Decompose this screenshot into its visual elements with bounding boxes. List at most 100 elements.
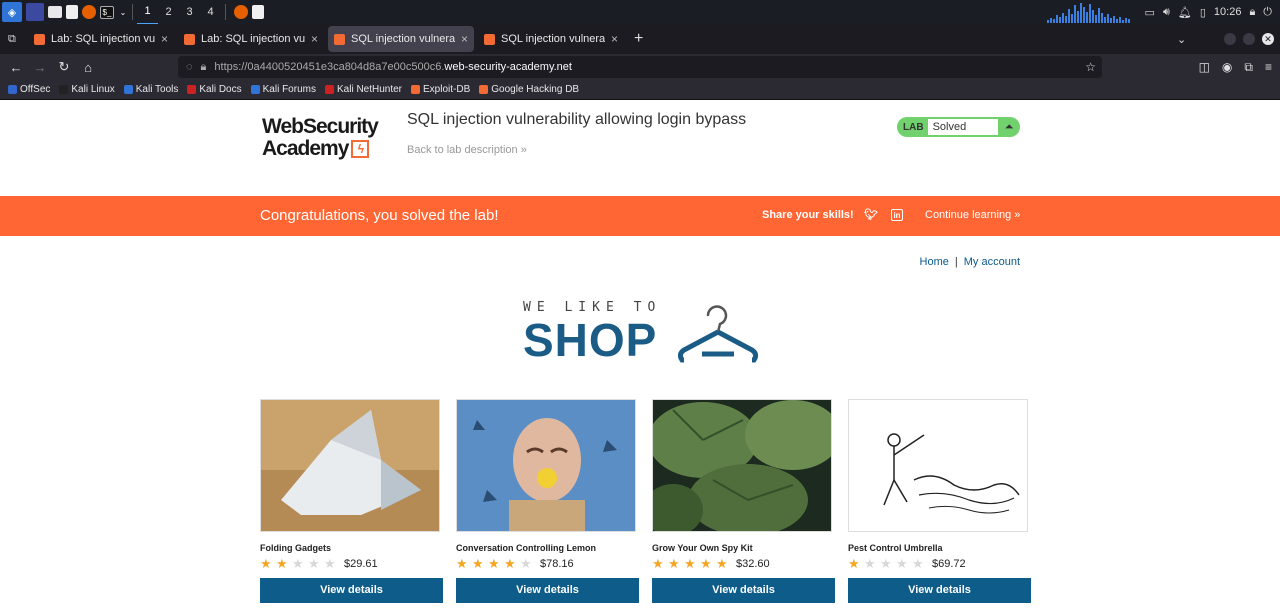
browser-tab-2[interactable]: Lab: SQL injection vulnera ×: [178, 26, 324, 52]
browser-tab-3-active[interactable]: SQL injection vulnerability ×: [328, 26, 474, 52]
bookmark-label: Kali Linux: [71, 84, 115, 95]
bookmark-icon: [187, 85, 197, 94]
close-tab-icon[interactable]: ×: [461, 32, 468, 46]
star-icon: ★: [880, 556, 892, 571]
clock[interactable]: 10:26: [1214, 6, 1242, 18]
view-details-button[interactable]: View details: [848, 578, 1031, 603]
view-details-button[interactable]: View details: [652, 578, 835, 603]
browser-tab-strip: ⧉ Lab: SQL injection vulnera × Lab: SQL …: [0, 24, 1280, 54]
text-editor-icon[interactable]: [66, 5, 78, 19]
view-details-button[interactable]: View details: [456, 578, 639, 603]
kali-menu-icon[interactable]: ◈: [2, 2, 22, 22]
bookmark-item[interactable]: Kali Forums: [250, 84, 316, 95]
bookmark-item[interactable]: Kali NetHunter: [324, 84, 402, 95]
star-icon: ★: [684, 556, 696, 571]
bookmark-item[interactable]: Kali Tools: [123, 84, 178, 95]
bookmark-item[interactable]: OffSec: [8, 84, 50, 95]
congratulations-message: Congratulations, you solved the lab!: [260, 207, 499, 224]
workspace-2[interactable]: 2: [158, 0, 179, 24]
tab-overview-icon[interactable]: ⧉: [8, 33, 16, 46]
desktop-icon[interactable]: [26, 3, 44, 21]
lock-icon[interactable]: 🔒︎: [201, 61, 207, 74]
product-price: $29.61: [344, 558, 378, 570]
reload-button[interactable]: ↻: [52, 59, 76, 75]
nav-separator: |: [954, 256, 958, 268]
cpu-graph: [1046, 1, 1137, 23]
home-button[interactable]: ⌂: [76, 60, 100, 75]
lock-icon[interactable]: 🔒︎: [1249, 6, 1255, 19]
star-icon: ★: [896, 556, 908, 571]
star-icon: ★: [308, 556, 320, 571]
terminal-icon[interactable]: $_: [100, 5, 114, 19]
web-security-academy-logo[interactable]: WebSecurity Academy ϟ: [262, 116, 396, 160]
window-controls: ✕: [1224, 33, 1274, 45]
file-manager-icon[interactable]: [48, 6, 62, 18]
account-icon[interactable]: ◉: [1222, 60, 1232, 75]
product-price: $69.72: [932, 558, 966, 570]
bookmark-icon: [59, 85, 69, 94]
bookmark-item[interactable]: Google Hacking DB: [479, 84, 579, 95]
firefox-window-icon[interactable]: [234, 5, 248, 19]
view-details-button[interactable]: View details: [260, 578, 443, 603]
bell-icon[interactable]: 🔔︎: [1178, 6, 1192, 19]
linkedin-icon[interactable]: in: [891, 209, 903, 221]
maximize-button[interactable]: [1243, 33, 1255, 45]
battery-icon[interactable]: ▯: [1200, 6, 1206, 19]
firefox-icon[interactable]: [82, 5, 96, 19]
volume-icon[interactable]: 🔊︎: [1163, 6, 1170, 19]
bookmarks-bar: OffSec Kali Linux Kali Tools Kali Docs Kali …: [0, 80, 1280, 100]
taskbar-separator: [225, 4, 226, 20]
list-all-tabs-icon[interactable]: ⌄: [1177, 33, 1186, 46]
tab-title: Lab: SQL injection vulnera: [201, 33, 305, 45]
portswigger-favicon-icon: [184, 33, 195, 45]
close-tab-icon[interactable]: ×: [611, 32, 618, 46]
back-button[interactable]: ←: [4, 60, 28, 75]
text-editor-window-icon[interactable]: [252, 5, 264, 19]
tab-title: SQL injection vulnerability: [501, 33, 605, 45]
browser-tab-1[interactable]: Lab: SQL injection vulnera ×: [28, 26, 174, 52]
bookmark-icon: [250, 85, 260, 94]
close-window-button[interactable]: ✕: [1262, 33, 1274, 45]
lab-title: SQL injection vulnerability allowing log…: [407, 111, 747, 128]
menu-icon[interactable]: ≡: [1265, 60, 1272, 75]
star-icon: ★: [668, 556, 680, 571]
close-tab-icon[interactable]: ×: [311, 32, 318, 46]
product-card: Folding Gadgets ★ ★ ★ ★ ★ $29.61 View details: [260, 399, 443, 603]
workspace-1[interactable]: 1: [137, 0, 158, 25]
extensions-icon[interactable]: ⧉: [1244, 60, 1253, 75]
product-rating: ★ ★ ★ ★ ★ $29.61: [260, 557, 443, 571]
bookmark-star-icon[interactable]: ☆: [1085, 60, 1096, 74]
new-tab-button[interactable]: +: [634, 30, 643, 48]
product-card: Grow Your Own Spy Kit ★ ★ ★ ★ ★ $32.60 View d…: [652, 399, 835, 603]
url-text: https://0a4400520451e3ca804d8a7e00c500c6…: [214, 61, 572, 73]
bookmark-icon: [479, 85, 489, 94]
bookmark-item[interactable]: Kali Linux: [59, 84, 115, 95]
pocket-icon[interactable]: ◫: [1199, 60, 1210, 75]
bookmark-item[interactable]: Kali Docs: [187, 84, 242, 95]
minimize-button[interactable]: [1224, 33, 1236, 45]
site-nav: Home | My account: [920, 256, 1020, 268]
workspace-4[interactable]: 4: [200, 0, 221, 24]
twitter-icon[interactable]: 🐦︎: [864, 209, 878, 221]
forward-button[interactable]: →: [28, 60, 52, 75]
continue-learning-link[interactable]: Continue learning »: [925, 209, 1020, 221]
shield-icon[interactable]: ◌: [186, 61, 193, 73]
star-icon: ★: [864, 556, 876, 571]
bookmark-item[interactable]: Exploit-DB: [411, 84, 470, 95]
power-icon[interactable]: ⏻: [1263, 6, 1272, 19]
url-bar[interactable]: ◌ 🔒︎ https://0a4400520451e3ca804d8a7e00c…: [178, 56, 1102, 78]
screen-icon[interactable]: ▭: [1145, 6, 1155, 19]
portswigger-favicon-icon: [484, 33, 495, 45]
close-tab-icon[interactable]: ×: [161, 32, 168, 46]
web-page: WebSecurity Academy ϟ SQL injection vuln…: [0, 100, 1280, 614]
browser-tab-4[interactable]: SQL injection vulnerability ×: [478, 26, 624, 52]
bookmark-icon: [411, 85, 421, 94]
chevron-down-icon[interactable]: ⌄: [118, 3, 128, 21]
product-name: Folding Gadgets: [260, 543, 331, 553]
my-account-link[interactable]: My account: [964, 256, 1020, 268]
workspace-3[interactable]: 3: [179, 0, 200, 24]
toolbar-actions: ◫ ◉ ⧉ ≡: [1199, 60, 1272, 75]
home-link[interactable]: Home: [920, 256, 949, 268]
product-name: Conversation Controlling Lemon: [456, 543, 597, 553]
back-to-lab-description-link[interactable]: Back to lab description »: [407, 144, 527, 156]
